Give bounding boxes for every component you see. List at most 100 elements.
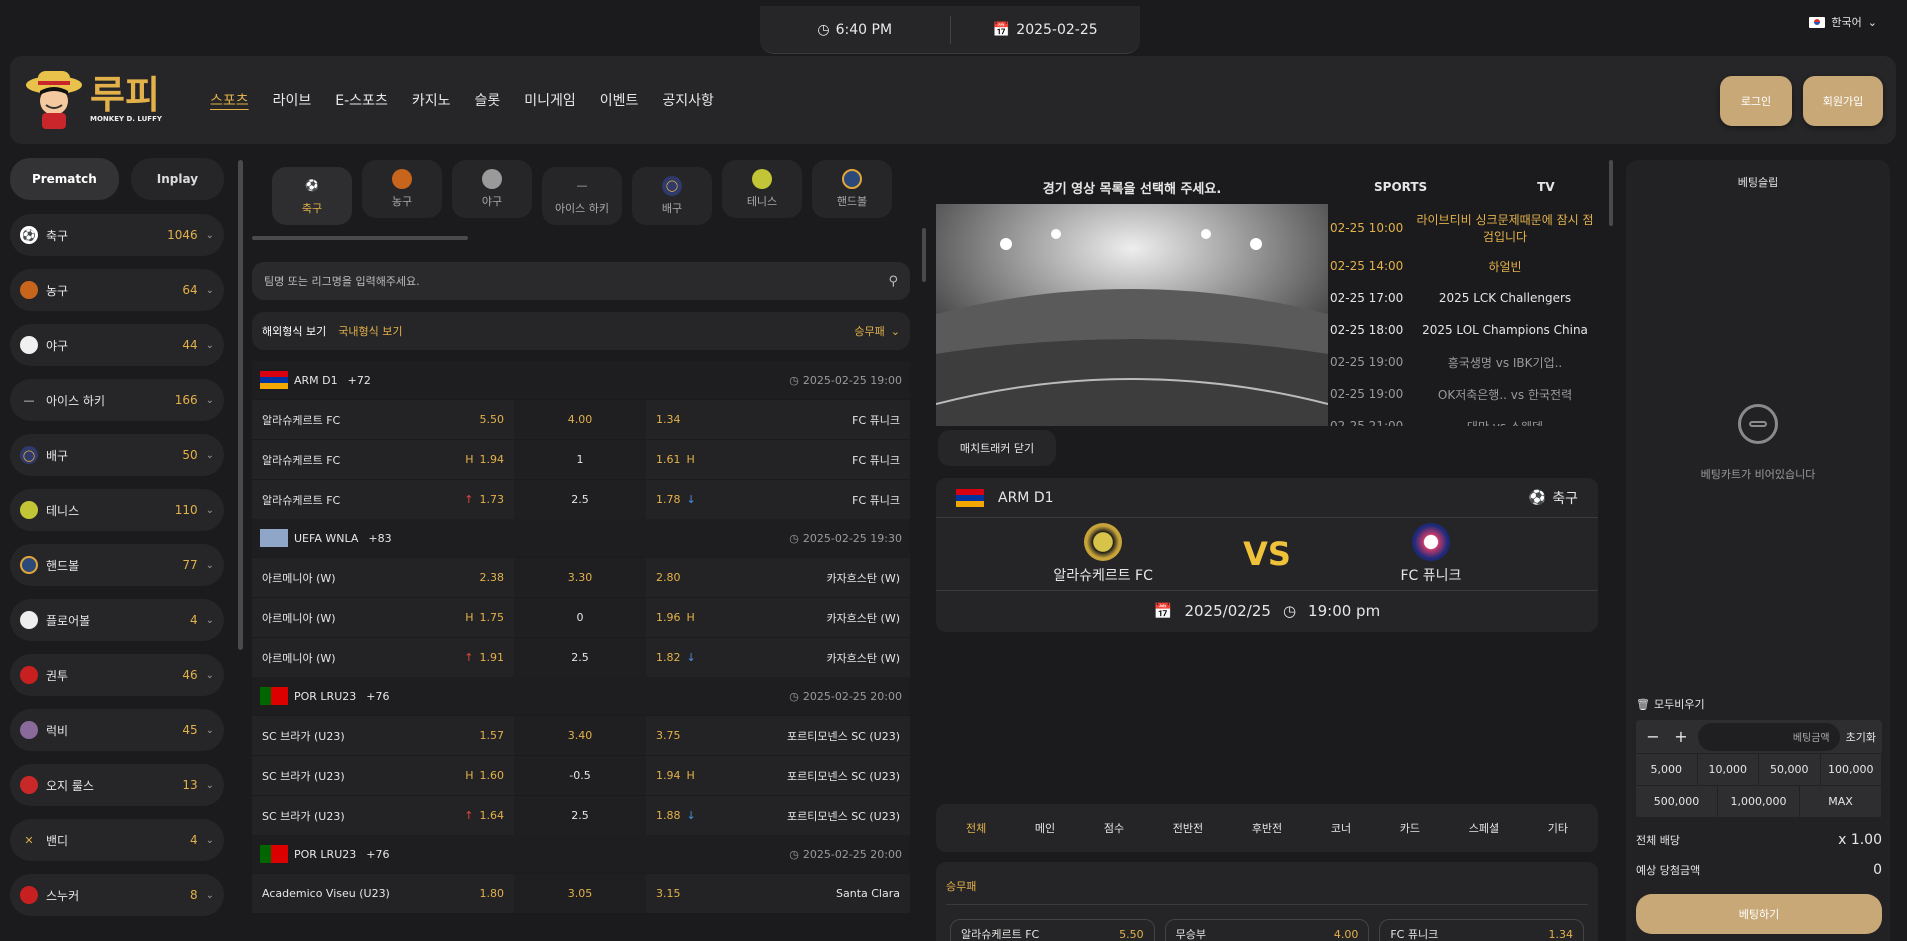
- sidebar-item-rugby-ball[interactable]: 럭비 45 ⌄: [10, 709, 224, 751]
- market-away-odd[interactable]: FC 퓨니크 1.34: [1379, 919, 1585, 941]
- tv-list-scrollbar[interactable]: [1609, 160, 1613, 226]
- league-header[interactable]: ARM D1 +72 ◷ 2025-02-25 19:00: [252, 361, 910, 399]
- login-button[interactable]: 로그인: [1720, 76, 1792, 126]
- more-markets[interactable]: +76: [366, 690, 389, 703]
- home-odd-cell[interactable]: 아르메니아 (W) 2.38: [252, 558, 514, 597]
- nav-minigame[interactable]: 미니게임: [524, 90, 576, 110]
- amount-max-button[interactable]: MAX: [1800, 786, 1882, 818]
- amount-1000000-button[interactable]: 1,000,000: [1718, 786, 1800, 818]
- prematch-toggle[interactable]: Prematch: [10, 158, 119, 200]
- sidebar-item-floorball[interactable]: 플로어볼 4 ⌄: [10, 599, 224, 641]
- search-input[interactable]: 팀명 또는 리그명을 입력해주세요. ⚲: [252, 262, 910, 300]
- sport-tab-basketball[interactable]: 농구: [362, 160, 442, 218]
- away-odd-cell[interactable]: 1.94 H 포르티모넨스 SC (U23): [646, 756, 910, 795]
- market-tab[interactable]: 스페셜: [1469, 820, 1499, 836]
- market-tab[interactable]: 코너: [1331, 820, 1351, 836]
- amount-10000-button[interactable]: 10,000: [1697, 754, 1759, 786]
- home-odd-cell[interactable]: 아르메니아 (W) ↑ 1.91: [252, 638, 514, 677]
- market-dropdown[interactable]: 승무패 ⌄: [854, 323, 900, 339]
- sidebar-item-bandy[interactable]: ✕ 밴디 4 ⌄: [10, 819, 224, 861]
- place-bet-button[interactable]: 베팅하기: [1636, 894, 1882, 934]
- away-odd-cell[interactable]: 1.82 ↓ 카자흐스탄 (W): [646, 638, 910, 677]
- language-selector[interactable]: 한국어 ⌄: [1809, 14, 1877, 30]
- sport-tab-tennis[interactable]: 테니스: [722, 160, 802, 218]
- away-odd-cell[interactable]: 1.96 H 카자흐스탄 (W): [646, 598, 910, 637]
- away-odd-cell[interactable]: 3.15 Santa Clara: [646, 874, 910, 913]
- sidebar-item-ice-hockey[interactable]: — 아이스 하키 166 ⌄: [10, 379, 224, 421]
- sport-tabs-scrollbar[interactable]: [252, 236, 468, 240]
- more-markets[interactable]: +76: [366, 848, 389, 861]
- minus-button[interactable]: −: [1642, 727, 1664, 746]
- sidebar-item-snooker[interactable]: 스누커 8 ⌄: [10, 874, 224, 916]
- plus-button[interactable]: +: [1670, 727, 1692, 746]
- bet-amount-input[interactable]: 베팅금액: [1698, 722, 1840, 751]
- logo[interactable]: 루피 MONKEY D. LUFFY: [24, 66, 174, 132]
- home-odd-cell[interactable]: 알라슈케르트 FC ↑ 1.73: [252, 480, 514, 519]
- clear-all-button[interactable]: 🗑 모두비우기: [1636, 696, 1705, 712]
- away-odd-cell[interactable]: 1.78 ↓ FC 퓨니크: [646, 480, 910, 519]
- market-tab[interactable]: 메인: [1035, 820, 1055, 836]
- market-home-odd[interactable]: 알라슈케르트 FC 5.50: [950, 919, 1155, 941]
- nav-notice[interactable]: 공지사항: [662, 90, 714, 110]
- league-header[interactable]: POR LRU23 +76 ◷ 2025-02-25 20:00: [252, 835, 910, 873]
- sport-tab-handball[interactable]: 핸드볼: [812, 160, 892, 218]
- tv-list-item[interactable]: 02-25 19:00 OK저축은행.. vs 한국전력: [1330, 378, 1598, 410]
- sidebar-item-baseball[interactable]: 야구 44 ⌄: [10, 324, 224, 366]
- market-tab[interactable]: 전체: [966, 820, 986, 836]
- nav-event[interactable]: 이벤트: [600, 90, 639, 110]
- home-odd-cell[interactable]: Academico Viseu (U23) 1.80: [252, 874, 514, 913]
- mid-odd-cell[interactable]: 3.30: [514, 558, 646, 597]
- sport-tab-soccer[interactable]: ⚽ 축구: [272, 166, 352, 225]
- mid-odd-cell[interactable]: 2.5: [514, 480, 646, 519]
- mid-odd-cell[interactable]: 3.05: [514, 874, 646, 913]
- sidebar-item-tennis-ball[interactable]: 테니스 110 ⌄: [10, 489, 224, 531]
- amount-50000-button[interactable]: 50,000: [1759, 754, 1821, 786]
- nav-casino[interactable]: 카지노: [412, 90, 451, 110]
- sidebar-item-volleyball[interactable]: ◯ 배구 50 ⌄: [10, 434, 224, 476]
- mid-odd-cell[interactable]: 0: [514, 598, 646, 637]
- tv-list-item[interactable]: 02-25 10:00 라이브티비 싱크문제때문에 잠시 점검입니다: [1330, 206, 1598, 250]
- signup-button[interactable]: 회원가입: [1803, 76, 1883, 126]
- mid-odd-cell[interactable]: 3.40: [514, 716, 646, 755]
- tv-list-item[interactable]: 02-25 14:00 하얼빈: [1330, 250, 1598, 282]
- reset-button[interactable]: 초기화: [1846, 729, 1876, 745]
- sidebar-item-boxing-glove[interactable]: 권투 46 ⌄: [10, 654, 224, 696]
- home-odd-cell[interactable]: 알라슈케르트 FC H 1.94: [252, 440, 514, 479]
- tv-list-item[interactable]: 02-25 19:00 흥국생명 vs IBK기업..: [1330, 346, 1598, 378]
- away-odd-cell[interactable]: 1.61 H FC 퓨니크: [646, 440, 910, 479]
- away-odd-cell[interactable]: 2.80 카자흐스탄 (W): [646, 558, 910, 597]
- sidebar-item-aussie-rules[interactable]: 오지 룰스 13 ⌄: [10, 764, 224, 806]
- more-markets[interactable]: +83: [368, 532, 391, 545]
- amount-5000-button[interactable]: 5,000: [1636, 754, 1698, 786]
- home-odd-cell[interactable]: SC 브라가 (U23) 1.57: [252, 716, 514, 755]
- tv-list-item[interactable]: 02-25 21:00 대만 vs 스웨덴: [1330, 410, 1598, 426]
- market-tab[interactable]: 후반전: [1252, 820, 1282, 836]
- market-tab[interactable]: 전반전: [1173, 820, 1203, 836]
- match-tracker-close-button[interactable]: 매치트래커 닫기: [938, 430, 1056, 466]
- market-tab[interactable]: 기타: [1548, 820, 1568, 836]
- mid-odd-cell[interactable]: 4.00: [514, 400, 646, 439]
- sidebar-scrollbar[interactable]: [238, 160, 243, 650]
- inplay-toggle[interactable]: Inplay: [130, 158, 224, 200]
- domestic-view-button[interactable]: 국내형식 보기: [338, 323, 402, 339]
- home-odd-cell[interactable]: SC 브라가 (U23) ↑ 1.64: [252, 796, 514, 835]
- home-odd-cell[interactable]: 알라슈케르트 FC 5.50: [252, 400, 514, 439]
- nav-slot[interactable]: 슬롯: [474, 90, 500, 110]
- sport-tab-volleyball[interactable]: ◯ 배구: [632, 166, 712, 225]
- tv-list-item[interactable]: 02-25 17:00 2025 LCK Challengers: [1330, 282, 1598, 314]
- mid-odd-cell[interactable]: 2.5: [514, 638, 646, 677]
- mid-odd-cell[interactable]: 2.5: [514, 796, 646, 835]
- match-list-scrollbar[interactable]: [922, 228, 926, 282]
- league-header[interactable]: POR LRU23 +76 ◷ 2025-02-25 20:00: [252, 677, 910, 715]
- sidebar-item-handball[interactable]: 핸드볼 77 ⌄: [10, 544, 224, 586]
- sport-tab-baseball[interactable]: 야구: [452, 160, 532, 218]
- nav-sports[interactable]: 스포츠: [210, 90, 249, 110]
- amount-500000-button[interactable]: 500,000: [1636, 786, 1718, 818]
- market-draw-odd[interactable]: 무승부 4.00: [1164, 919, 1370, 941]
- away-odd-cell[interactable]: 3.75 포르티모넨스 SC (U23): [646, 716, 910, 755]
- tv-list-item[interactable]: 02-25 18:00 2025 LOL Champions China: [1330, 314, 1598, 346]
- league-header[interactable]: UEFA WNLA +83 ◷ 2025-02-25 19:30: [252, 519, 910, 557]
- mid-odd-cell[interactable]: -0.5: [514, 756, 646, 795]
- nav-live[interactable]: 라이브: [273, 90, 312, 110]
- sidebar-item-soccer-ball[interactable]: ⚽ 축구 1046 ⌄: [10, 214, 224, 256]
